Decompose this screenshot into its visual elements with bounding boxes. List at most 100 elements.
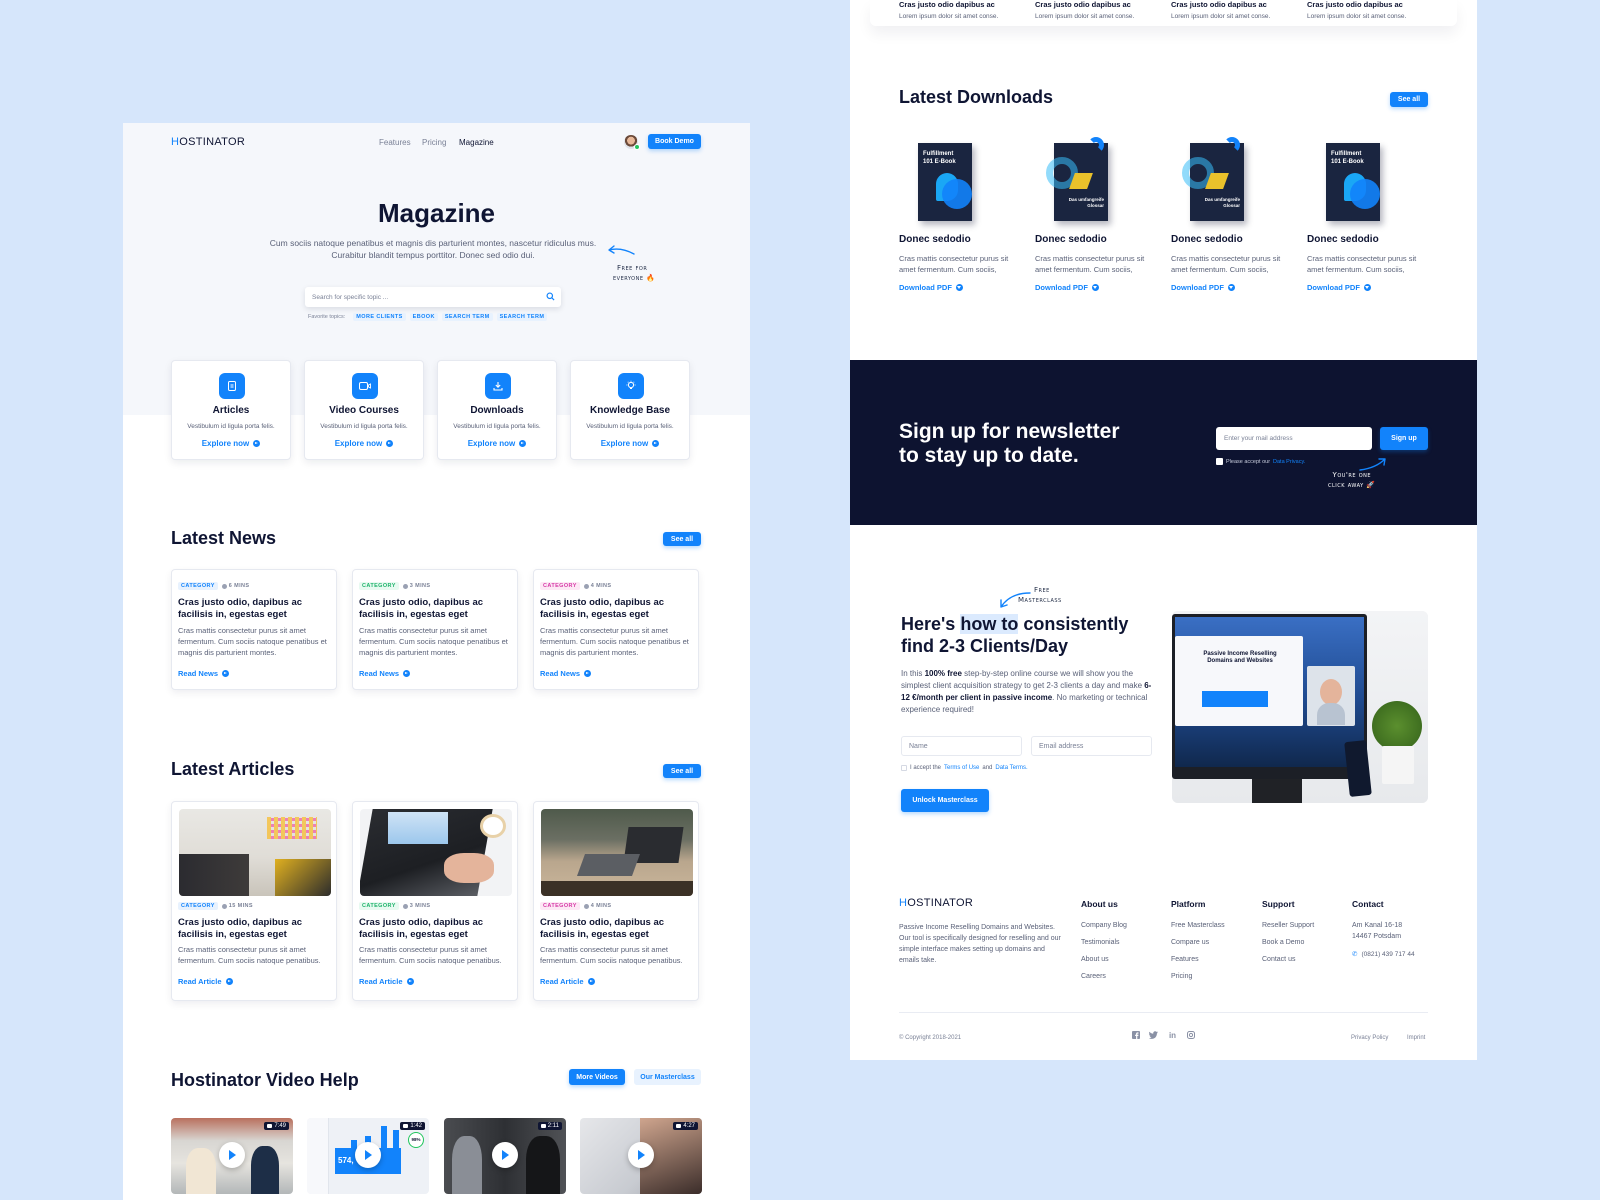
our-masterclass-button[interactable]: Our Masterclass xyxy=(634,1069,701,1085)
read-article-link[interactable]: Read Article xyxy=(359,977,414,986)
news-title[interactable]: Cras justo odio, dapibus ac facilisis in… xyxy=(178,597,333,621)
category-badge[interactable]: CATEGORY xyxy=(359,582,399,590)
article-image-meeting[interactable] xyxy=(179,809,331,896)
name-field[interactable]: Name xyxy=(901,736,1022,756)
ebook-cover[interactable]: Das umfangreife Glossar xyxy=(1046,137,1108,221)
video-thumbnail[interactable]: 4:27 xyxy=(580,1118,702,1194)
article-card[interactable]: CATEGORY 3 MINS Cras justo odio, dapibus … xyxy=(352,801,518,1001)
play-button[interactable] xyxy=(355,1142,381,1168)
read-article-link[interactable]: Read Article xyxy=(178,977,233,986)
footer-link[interactable]: Reseller Support xyxy=(1262,922,1314,929)
explore-link[interactable]: Explore now xyxy=(438,439,556,448)
news-title[interactable]: Cras justo odio, dapibus ac facilisis in… xyxy=(359,597,514,621)
footer-link[interactable]: Testimonials xyxy=(1081,939,1120,946)
footer-link[interactable]: Contact us xyxy=(1262,956,1295,963)
data-terms-link[interactable]: Data Terms. xyxy=(995,765,1027,771)
terms-of-use-link[interactable]: Terms of Use xyxy=(944,765,979,771)
instagram-icon[interactable] xyxy=(1186,1031,1195,1040)
news-card[interactable]: CATEGORY 4 MINS Cras justo odio, dapibus … xyxy=(533,569,699,690)
article-image-desk[interactable] xyxy=(541,809,693,896)
read-news-link[interactable]: Read News xyxy=(178,669,230,678)
download-pdf-link[interactable]: Download PDF xyxy=(1307,283,1371,292)
video-thumbnail[interactable]: 7:49 xyxy=(171,1118,293,1194)
search-icon[interactable] xyxy=(546,292,555,301)
ebook-cover[interactable]: Fulfillment 101 E-Book xyxy=(918,143,972,221)
footer-link[interactable]: About us xyxy=(1081,956,1109,963)
category-badge[interactable]: CATEGORY xyxy=(178,902,218,910)
download-pdf-link[interactable]: Download PDF xyxy=(899,283,963,292)
newsletter-email-input[interactable]: Enter your mail address xyxy=(1216,427,1372,450)
read-news-link[interactable]: Read News xyxy=(540,669,592,678)
downloads-see-all-button[interactable]: See all xyxy=(1390,92,1428,107)
category-card-knowledge-base[interactable]: Knowledge Base Vestibulum id ligula port… xyxy=(570,360,690,460)
nav-magazine[interactable]: Magazine xyxy=(459,138,494,147)
explore-link[interactable]: Explore now xyxy=(571,439,689,448)
data-privacy-link[interactable]: Data Privacy. xyxy=(1273,459,1305,465)
ebook-cover[interactable]: Das umfangreife Glossar xyxy=(1182,137,1244,221)
play-button[interactable] xyxy=(492,1142,518,1168)
category-card-downloads[interactable]: Downloads Vestibulum id ligula porta fel… xyxy=(437,360,557,460)
footer-link[interactable]: Company Blog xyxy=(1081,922,1127,929)
article-image-laptop[interactable] xyxy=(360,809,512,896)
contact-phone[interactable]: ✆ (0821) 439 717 44 xyxy=(1352,950,1415,959)
play-button[interactable] xyxy=(628,1142,654,1168)
footer-link[interactable]: Book a Demo xyxy=(1262,939,1304,946)
footer-link[interactable]: Pricing xyxy=(1171,973,1192,980)
topic-tag[interactable]: MORE CLIENTS xyxy=(353,313,406,321)
ebook-cover[interactable]: Fulfillment 101 E-Book xyxy=(1326,143,1380,221)
category-badge[interactable]: CATEGORY xyxy=(359,902,399,910)
download-pdf-link[interactable]: Download PDF xyxy=(1035,283,1099,292)
twitter-icon[interactable] xyxy=(1149,1031,1158,1040)
topic-tag[interactable]: EBOOK xyxy=(409,313,438,321)
avatar[interactable] xyxy=(624,135,640,150)
search-input[interactable]: Search for specific topic ... xyxy=(305,287,561,307)
sign-up-button[interactable]: Sign up xyxy=(1380,427,1428,450)
top-teaser[interactable]: Cras justo odio dapibus ac Lorem ipsum do… xyxy=(899,0,998,20)
logo[interactable]: HHOSTINATOROSTINATOR xyxy=(171,136,245,148)
news-see-all-button[interactable]: See all xyxy=(663,532,701,546)
terms-checkbox[interactable] xyxy=(901,765,907,771)
article-card[interactable]: CATEGORY 15 MINS Cras justo odio, dapibus… xyxy=(171,801,337,1001)
category-badge[interactable]: CATEGORY xyxy=(178,582,218,590)
footer-link[interactable]: Free Masterclass xyxy=(1171,922,1225,929)
book-demo-button[interactable]: Book Demo xyxy=(648,134,701,149)
topic-tag[interactable]: SEARCH TERM xyxy=(441,313,493,321)
articles-see-all-button[interactable]: See all xyxy=(663,764,701,778)
explore-link[interactable]: Explore now xyxy=(305,439,423,448)
category-badge[interactable]: CATEGORY xyxy=(540,902,580,910)
category-card-articles[interactable]: Articles Vestibulum id ligula porta feli… xyxy=(171,360,291,460)
explore-link[interactable]: Explore now xyxy=(172,439,290,448)
video-thumbnail[interactable]: 574, 98% 1:42 xyxy=(307,1118,429,1194)
footer-link[interactable]: Careers xyxy=(1081,973,1106,980)
article-title[interactable]: Cras justo odio, dapibus ac facilisis in… xyxy=(540,917,695,941)
category-badge[interactable]: CATEGORY xyxy=(540,582,580,590)
footer-link[interactable]: Compare us xyxy=(1171,939,1209,946)
imprint-link[interactable]: Imprint xyxy=(1407,1035,1425,1041)
top-teaser[interactable]: Cras justo odio dapibus ac Lorem ipsum do… xyxy=(1035,0,1134,20)
article-card[interactable]: CATEGORY 4 MINS Cras justo odio, dapibus … xyxy=(533,801,699,1001)
news-title[interactable]: Cras justo odio, dapibus ac facilisis in… xyxy=(540,597,695,621)
read-article-link[interactable]: Read Article xyxy=(540,977,595,986)
topic-tag[interactable]: SEARCH TERM xyxy=(496,313,548,321)
top-teaser[interactable]: Cras justo odio dapibus ac Lorem ipsum do… xyxy=(1307,0,1406,20)
footer-logo[interactable]: HOSTINATORHOSTINATOR xyxy=(899,897,973,909)
read-news-link[interactable]: Read News xyxy=(359,669,411,678)
article-title[interactable]: Cras justo odio, dapibus ac facilisis in… xyxy=(359,917,514,941)
video-thumbnail[interactable]: 2:11 xyxy=(444,1118,566,1194)
top-teaser[interactable]: Cras justo odio dapibus ac Lorem ipsum do… xyxy=(1171,0,1270,20)
download-pdf-link[interactable]: Download PDF xyxy=(1171,283,1235,292)
facebook-icon[interactable] xyxy=(1131,1031,1140,1040)
category-card-video-courses[interactable]: Video Courses Vestibulum id ligula porta… xyxy=(304,360,424,460)
article-title[interactable]: Cras justo odio, dapibus ac facilisis in… xyxy=(178,917,333,941)
unlock-masterclass-button[interactable]: Unlock Masterclass xyxy=(901,789,989,812)
news-card[interactable]: CATEGORY 6 MINS Cras justo odio, dapibus … xyxy=(171,569,337,690)
privacy-checkbox[interactable] xyxy=(1216,458,1223,465)
nav-features[interactable]: Features xyxy=(379,138,411,147)
more-videos-button[interactable]: More Videos xyxy=(569,1069,625,1085)
email-field[interactable]: Email address xyxy=(1031,736,1152,756)
news-card[interactable]: CATEGORY 3 MINS Cras justo odio, dapibus … xyxy=(352,569,518,690)
linkedin-icon[interactable]: in xyxy=(1168,1031,1177,1040)
play-button[interactable] xyxy=(219,1142,245,1168)
privacy-policy-link[interactable]: Privacy Policy xyxy=(1351,1035,1388,1041)
footer-link[interactable]: Features xyxy=(1171,956,1199,963)
